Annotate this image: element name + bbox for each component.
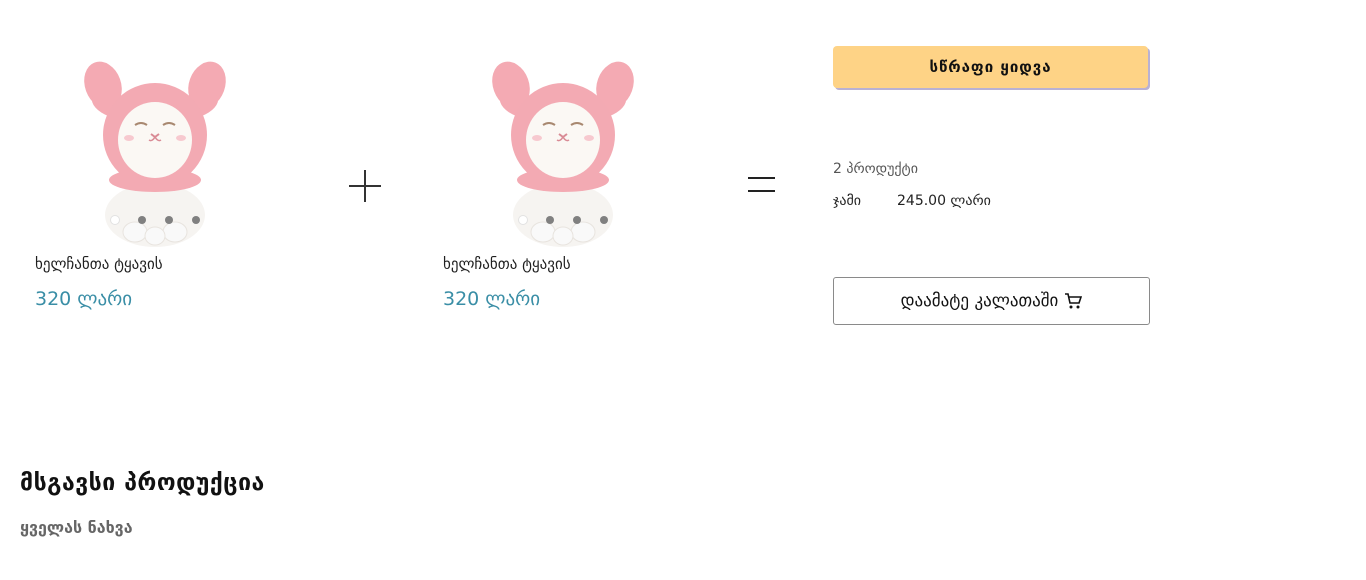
carousel-dot-1[interactable] <box>111 216 119 224</box>
carousel-dot-2[interactable] <box>138 216 146 224</box>
carousel-dot-4[interactable] <box>192 216 200 224</box>
product-price: 320 ლარი <box>35 288 133 310</box>
bundle-product-count: 2 პროდუქტი <box>833 161 918 177</box>
see-all-link[interactable]: ყველას ნახვა <box>20 518 133 537</box>
image-carousel-dots <box>519 216 608 224</box>
product-name[interactable]: ხელჩანთა ტყავის <box>443 255 571 273</box>
total-value: 245.00 ლარი <box>897 193 991 209</box>
add-to-cart-button[interactable]: დაამატე კალათაში <box>833 277 1150 325</box>
product-name[interactable]: ხელჩანთა ტყავის <box>35 255 163 273</box>
plus-icon <box>349 170 381 202</box>
add-to-cart-label: დაამატე კალათაში <box>900 291 1059 311</box>
carousel-dot-2[interactable] <box>546 216 554 224</box>
total-label: ჯამი <box>833 193 862 209</box>
carousel-dot-3[interactable] <box>165 216 173 224</box>
quick-buy-button[interactable]: სწრაფი ყიდვა <box>833 46 1148 88</box>
shopping-cart-icon <box>1065 293 1083 309</box>
carousel-dot-4[interactable] <box>600 216 608 224</box>
similar-products-title: მსგავსი პროდუქცია <box>20 470 265 496</box>
product-price: 320 ლარი <box>443 288 541 310</box>
carousel-dot-3[interactable] <box>573 216 581 224</box>
equals-icon <box>748 177 775 192</box>
image-carousel-dots <box>111 216 200 224</box>
carousel-dot-1[interactable] <box>519 216 527 224</box>
